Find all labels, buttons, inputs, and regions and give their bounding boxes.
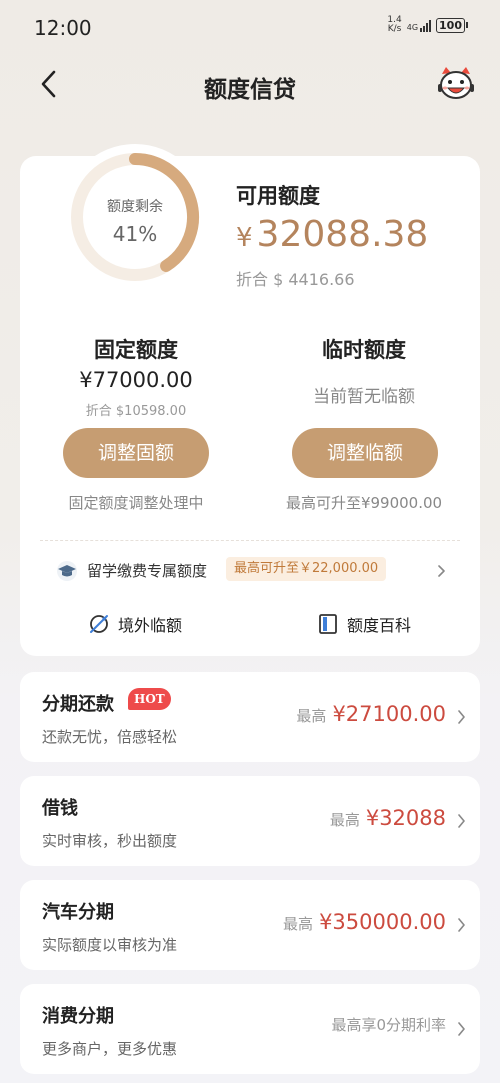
status-bar: 12:00 1.4 K/s 4G 100	[0, 0, 500, 56]
ring-label: 额度剩余	[107, 199, 163, 215]
available-credit-usd: 折合 $ 4416.66	[236, 270, 355, 289]
product-subtitle: 还款无忧，倍感轻松	[42, 728, 178, 746]
study-abroad-label: 留学缴费专属额度	[87, 562, 208, 580]
fixed-credit-usd: 折合 $10598.00	[85, 404, 187, 419]
chevron-right-icon	[456, 918, 466, 932]
signal-icon: 4G	[406, 19, 432, 32]
product-subtitle: 实际额度以审核为准	[42, 936, 178, 954]
chevron-right-icon	[456, 814, 466, 828]
available-credit-title: 可用额度	[236, 184, 320, 208]
header: 额度信贷	[0, 56, 500, 112]
page-title: 额度信贷	[204, 77, 296, 103]
product-limit: 最高 ¥350000.00	[283, 910, 446, 934]
network-type: 4G	[406, 22, 419, 32]
battery-icon: 100	[436, 17, 465, 33]
status-indicators: 1.4 K/s 4G 100	[387, 16, 468, 34]
study-abroad-credit-row[interactable]: 留学缴费专属额度 最高可升至￥22,000.00	[40, 556, 460, 586]
divider	[40, 540, 460, 541]
mascot-button[interactable]	[436, 66, 476, 102]
product-limit: 最高 ¥27100.00	[296, 702, 446, 726]
product-title: 分期还款	[42, 694, 114, 715]
quick-links: 境外临额 额度百科	[40, 606, 460, 646]
study-abroad-tag: 最高可升至￥22,000.00	[226, 557, 387, 581]
chevron-right-icon	[456, 1022, 466, 1036]
ring-value: 41%	[112, 222, 158, 246]
consumer-installment-card[interactable]: 消费分期 更多商户，更多优惠 最高享0分期利率	[20, 984, 480, 1074]
hot-badge: HOT	[128, 688, 171, 710]
product-title: 消费分期	[42, 1006, 114, 1027]
book-icon	[319, 614, 337, 634]
fixed-credit-status: 固定额度调整处理中	[68, 494, 204, 512]
product-limit: 最高享0分期利率	[331, 1016, 446, 1034]
graduation-cap-icon	[57, 561, 77, 581]
product-title: 借钱	[42, 798, 78, 819]
product-subtitle: 更多商户，更多优惠	[42, 1040, 178, 1058]
remaining-ring-chart	[71, 153, 199, 281]
temporary-credit-title: 临时额度	[322, 338, 406, 362]
fixed-credit-title: 固定额度	[94, 338, 178, 362]
temporary-credit-note: 当前暂无临额	[313, 387, 415, 407]
mascot-icon	[438, 67, 474, 99]
product-limit: 最高 ¥32088	[329, 806, 446, 830]
status-time: 12:00	[34, 16, 92, 40]
car-installment-card[interactable]: 汽车分期 实际额度以审核为准 最高 ¥350000.00	[20, 880, 480, 970]
chevron-right-icon	[456, 710, 466, 724]
remaining-ring: 额度剩余 41%	[62, 144, 208, 290]
network-speed: 1.4 K/s	[387, 15, 402, 34]
temporary-credit-status: 最高可升至¥99000.00	[285, 494, 443, 512]
overseas-temp-credit-link[interactable]: 境外临额	[88, 612, 182, 636]
product-title: 汽车分期	[42, 902, 114, 923]
credit-encyclopedia-label: 额度百科	[347, 616, 412, 635]
credit-encyclopedia-link[interactable]: 额度百科	[317, 612, 411, 636]
chevron-right-icon	[436, 565, 446, 577]
installment-repayment-card[interactable]: 分期还款 HOT 还款无忧，倍感轻松 最高 ¥27100.00	[20, 672, 480, 762]
adjust-temporary-button[interactable]: 调整临额	[292, 428, 438, 478]
fixed-credit-amount: ¥77000.00	[79, 368, 193, 392]
overseas-temp-credit-label: 境外临额	[118, 616, 183, 635]
available-credit-amount: ¥32088.38	[236, 214, 429, 255]
product-subtitle: 实时审核，秒出额度	[42, 832, 178, 850]
globe-plane-icon	[90, 615, 108, 633]
adjust-fixed-button[interactable]: 调整固额	[63, 428, 209, 478]
borrow-money-card[interactable]: 借钱 实时审核，秒出额度 最高 ¥32088	[20, 776, 480, 866]
